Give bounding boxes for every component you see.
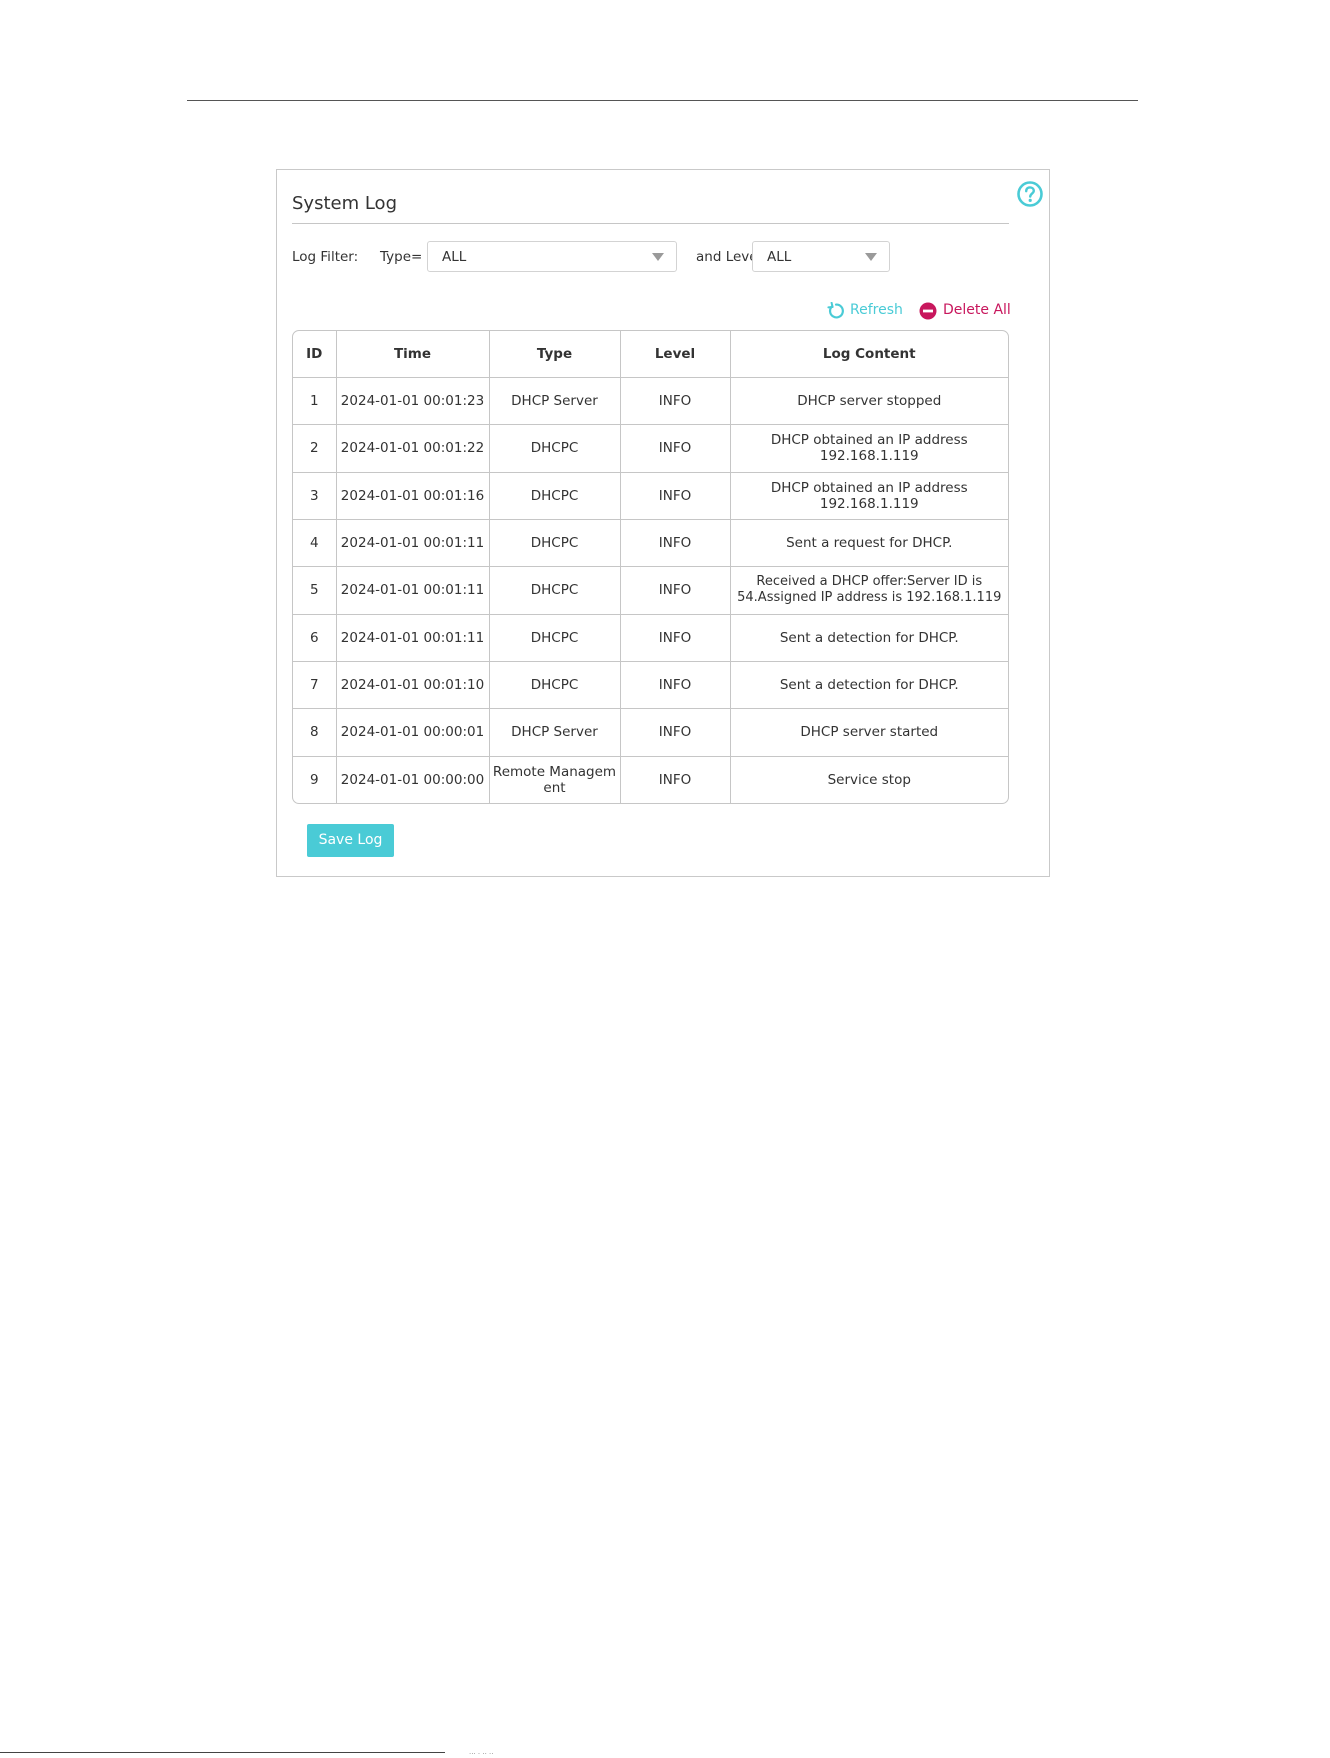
- cell-level: INFO: [620, 424, 731, 473]
- cell-type: DHCPC: [489, 661, 621, 710]
- cell-level: INFO: [620, 377, 731, 426]
- system-log-panel: System Log Log Filter: Type= ALL and Lev…: [276, 169, 1050, 877]
- cell-type: DHCPC: [489, 519, 621, 568]
- log-table-container: ID Time Type Level Log Content 1 2024-01…: [292, 330, 1009, 804]
- cell-time: 2024-01-01 00:01:23: [336, 377, 490, 426]
- cell-log-content: Sent a request for DHCP.: [730, 519, 1008, 568]
- log-filter-label: Log Filter:: [292, 249, 359, 265]
- cell-id: 4: [293, 519, 337, 568]
- level-select[interactable]: ALL: [752, 241, 890, 272]
- cell-time: 2024-01-01 00:01:11: [336, 566, 490, 615]
- cell-id: 6: [293, 614, 337, 662]
- cell-type: DHCPC: [489, 472, 621, 520]
- title-divider: [292, 223, 1009, 224]
- cell-id: 1: [293, 377, 337, 426]
- cell-log-content: Sent a detection for DHCP.: [730, 614, 1008, 662]
- panel-title: System Log: [292, 193, 397, 214]
- table-row: 6 2024-01-01 00:01:11 DHCPC INFO Sent a …: [293, 614, 1008, 662]
- footer-text: ··· · ·· ··: [469, 1750, 494, 1758]
- log-actions: Refresh Delete All: [827, 300, 1047, 322]
- cell-log-content: Sent a detection for DHCP.: [730, 661, 1008, 710]
- cell-level: INFO: [620, 472, 731, 520]
- cell-time: 2024-01-01 00:01:16: [336, 472, 490, 520]
- level-select-value: ALL: [767, 249, 792, 265]
- cell-time: 2024-01-01 00:01:10: [336, 661, 490, 710]
- cell-log-content: DHCP obtained an IP address 192.168.1.11…: [730, 472, 1008, 520]
- table-row: 9 2024-01-01 00:00:00 Remote Management …: [293, 756, 1008, 803]
- table-row: 5 2024-01-01 00:01:11 DHCPC INFO Receive…: [293, 566, 1008, 615]
- cell-level: INFO: [620, 708, 731, 757]
- table-row: 2 2024-01-01 00:01:22 DHCPC INFO DHCP ob…: [293, 424, 1008, 473]
- cell-time: 2024-01-01 00:00:01: [336, 708, 490, 757]
- table-row: 7 2024-01-01 00:01:10 DHCPC INFO Sent a …: [293, 661, 1008, 710]
- table-row: 8 2024-01-01 00:00:01 DHCP Server INFO D…: [293, 708, 1008, 757]
- chevron-down-icon: [652, 253, 664, 261]
- column-header-type: Type: [489, 331, 621, 378]
- column-header-time: Time: [336, 331, 490, 378]
- page-top-rule: [187, 100, 1138, 101]
- type-select-value: ALL: [442, 249, 467, 265]
- page-bottom-rule: [0, 1752, 445, 1753]
- cell-type: DHCP Server: [489, 377, 621, 426]
- column-header-log-content: Log Content: [730, 331, 1008, 378]
- cell-log-content: DHCP obtained an IP address 192.168.1.11…: [730, 424, 1008, 473]
- cell-time: 2024-01-01 00:01:11: [336, 519, 490, 568]
- table-row: 1 2024-01-01 00:01:23 DHCP Server INFO D…: [293, 377, 1008, 426]
- cell-id: 9: [293, 756, 337, 803]
- column-header-id: ID: [293, 331, 337, 378]
- cell-type: Remote Management: [489, 756, 621, 803]
- cell-id: 8: [293, 708, 337, 757]
- cell-log-content: DHCP server started: [730, 708, 1008, 757]
- type-filter-label: Type=: [380, 249, 423, 265]
- cell-time: 2024-01-01 00:01:11: [336, 614, 490, 662]
- cell-level: INFO: [620, 661, 731, 710]
- log-filter-row: Log Filter: Type= ALL and Level= ALL: [292, 241, 1032, 273]
- cell-time: 2024-01-01 00:00:00: [336, 756, 490, 803]
- cell-type: DHCP Server: [489, 708, 621, 757]
- cell-level: INFO: [620, 614, 731, 662]
- cell-id: 5: [293, 566, 337, 615]
- save-log-button[interactable]: Save Log: [307, 824, 394, 857]
- chevron-down-icon: [865, 253, 877, 261]
- table-header-row: ID Time Type Level Log Content: [293, 331, 1008, 378]
- cell-time: 2024-01-01 00:01:22: [336, 424, 490, 473]
- cell-level: INFO: [620, 756, 731, 803]
- cell-id: 3: [293, 472, 337, 520]
- cell-type: DHCPC: [489, 424, 621, 473]
- help-icon[interactable]: [1016, 180, 1044, 208]
- table-row: 4 2024-01-01 00:01:11 DHCPC INFO Sent a …: [293, 519, 1008, 568]
- column-header-level: Level: [620, 331, 731, 378]
- cell-log-content: DHCP server stopped: [730, 377, 1008, 426]
- cell-log-content: Service stop: [827, 771, 911, 788]
- minus-circle-icon: [919, 302, 937, 320]
- table-row: 3 2024-01-01 00:01:16 DHCPC INFO DHCP ob…: [293, 472, 1008, 520]
- cell-id: 7: [293, 661, 337, 710]
- refresh-label: Refresh: [850, 302, 903, 318]
- cell-log-content: Received a DHCP offer:Server ID is 54.As…: [730, 566, 1008, 615]
- type-select[interactable]: ALL: [427, 241, 677, 272]
- cell-type: DHCPC: [489, 614, 621, 662]
- cell-id: 2: [293, 424, 337, 473]
- cell-type: DHCPC: [489, 566, 621, 615]
- delete-all-label: Delete All: [943, 302, 1011, 318]
- refresh-icon: [827, 302, 844, 319]
- log-table: ID Time Type Level Log Content 1 2024-01…: [293, 331, 1008, 803]
- cell-level: INFO: [620, 566, 731, 615]
- cell-level: INFO: [620, 519, 731, 568]
